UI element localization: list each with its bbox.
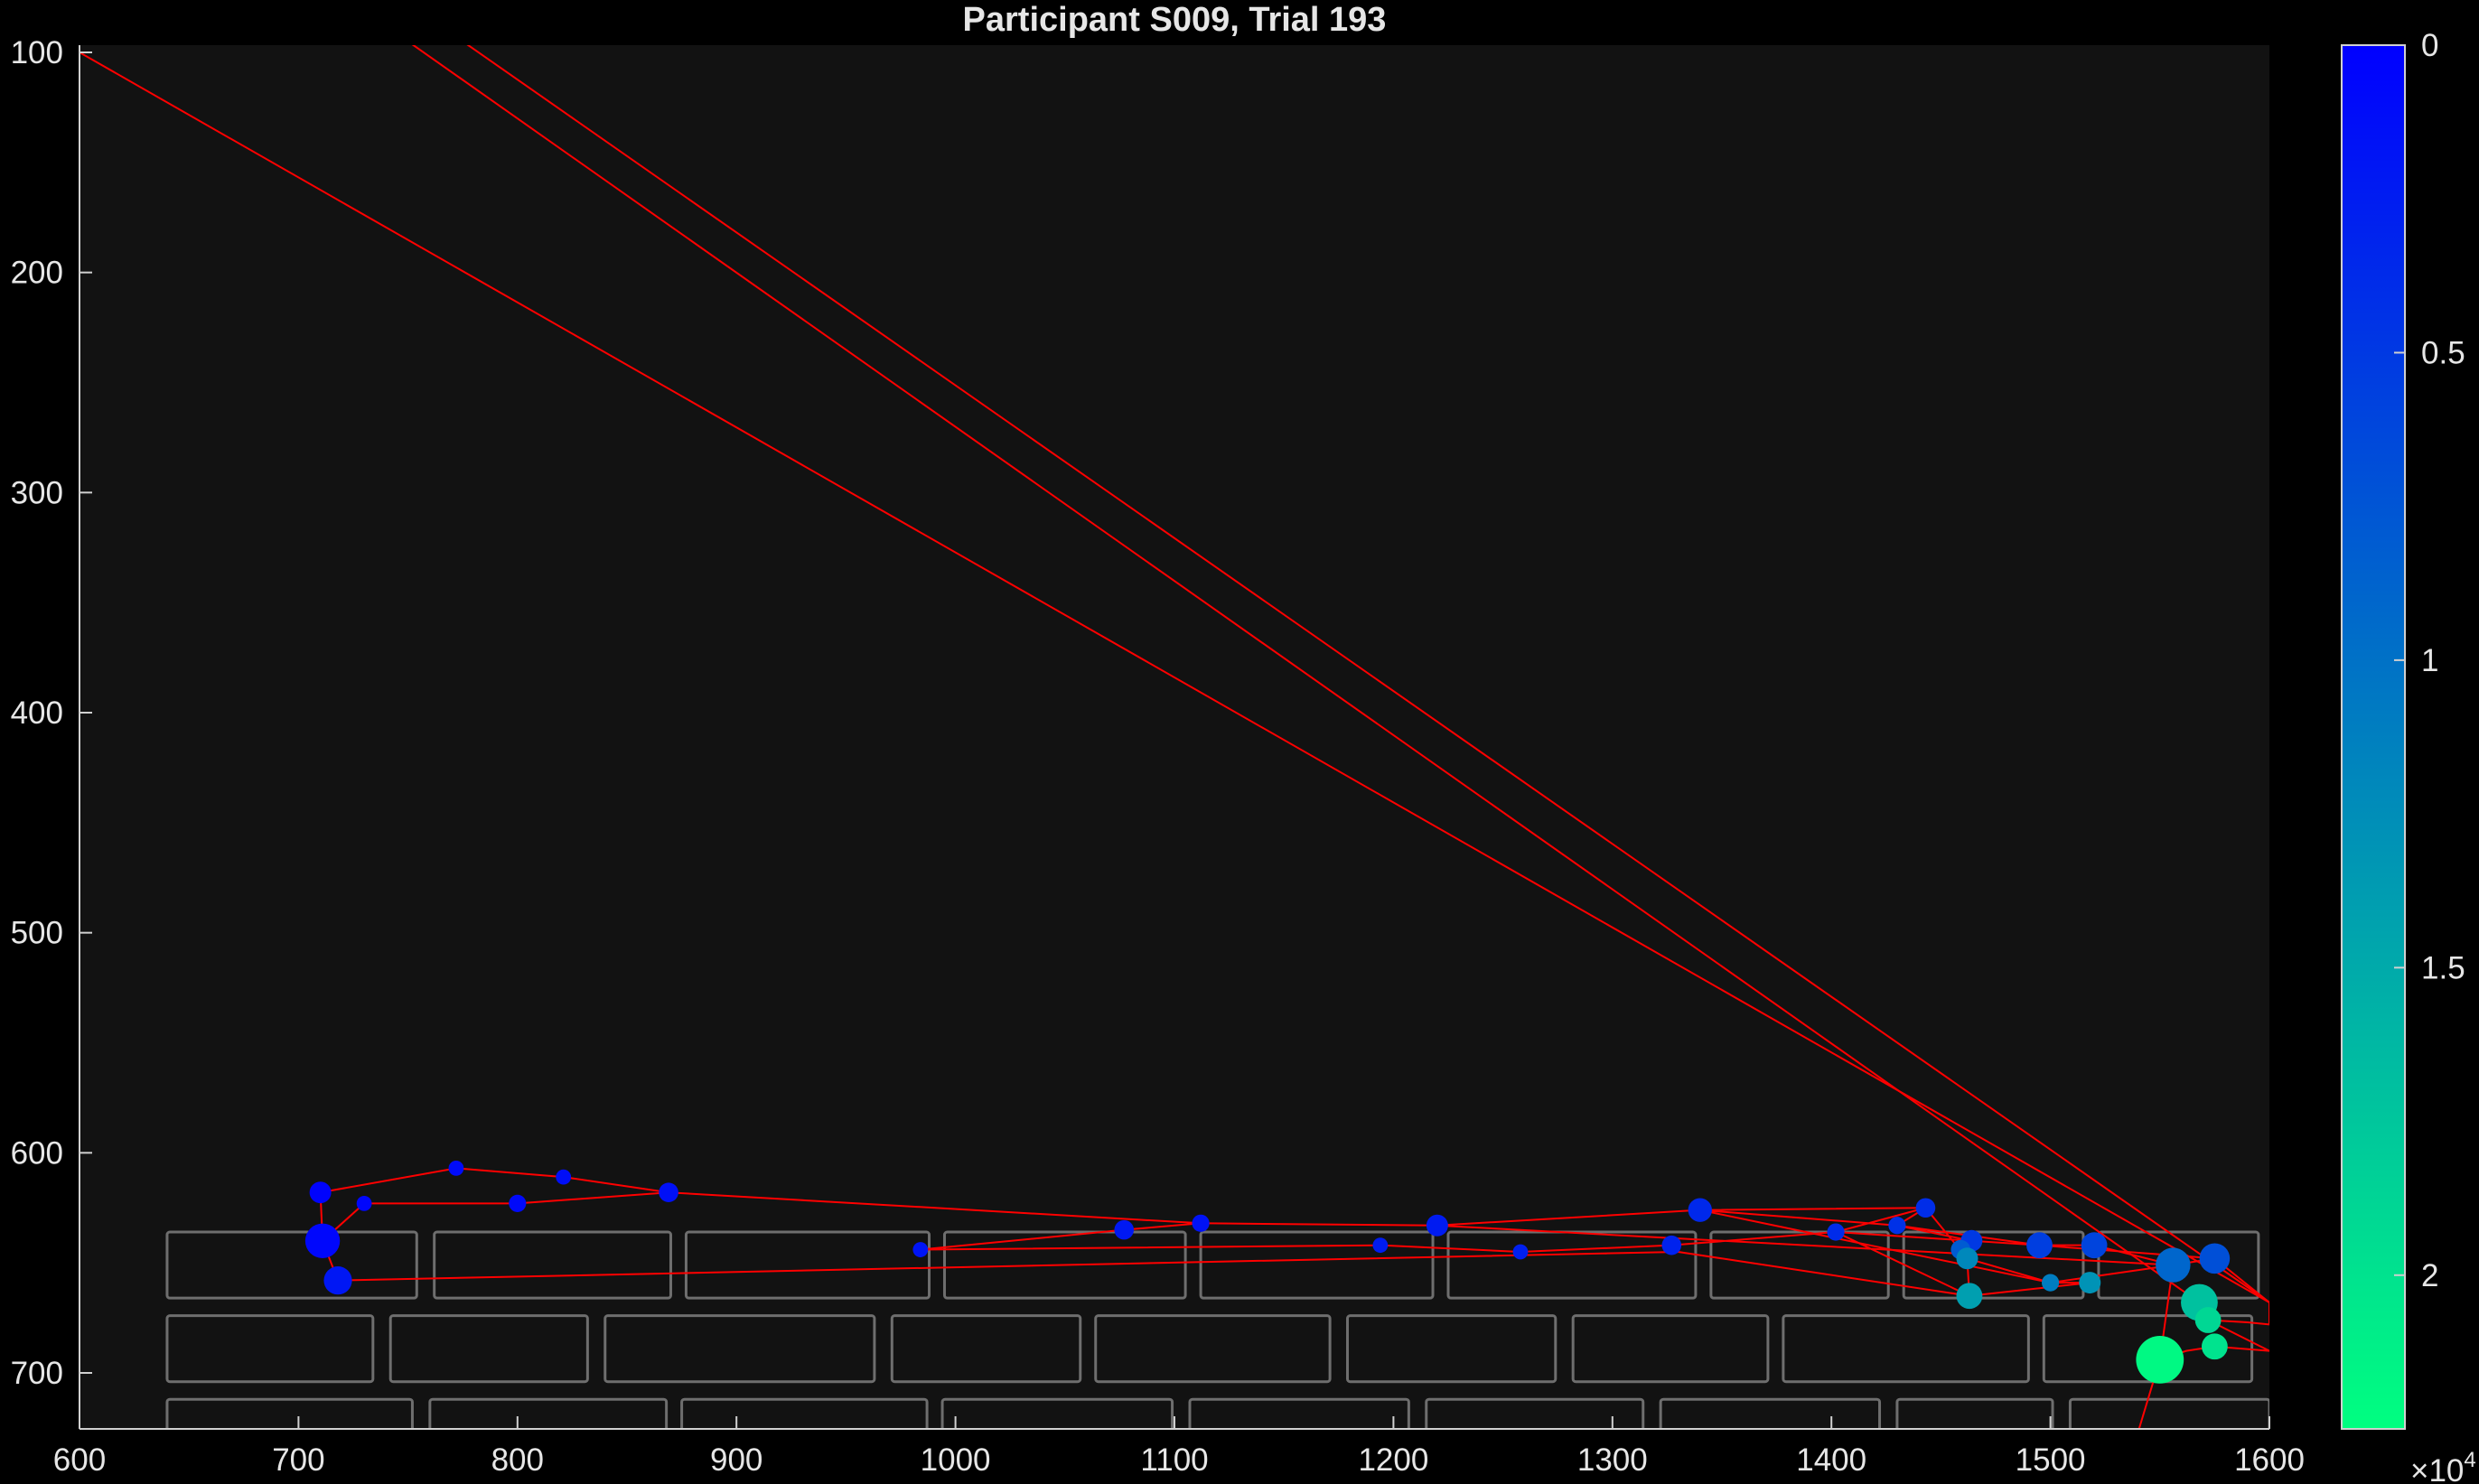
- fixation-point: [2194, 1307, 2222, 1333]
- colorbar-tick-label: 1.5: [2421, 950, 2465, 985]
- x-tick-label: 900: [710, 1442, 762, 1478]
- x-tick-label: 1300: [1577, 1442, 1648, 1478]
- x-tick-label: 600: [53, 1442, 106, 1478]
- fixation-point: [2042, 1274, 2060, 1292]
- fixation-point: [1956, 1247, 1979, 1270]
- fixation-point: [2136, 1335, 2184, 1384]
- colorbar-gradient: [2341, 44, 2406, 1430]
- fixation-point: [1688, 1198, 1712, 1222]
- x-tick-label: 800: [491, 1442, 544, 1478]
- colorbar-tick-label: 1: [2421, 643, 2438, 678]
- fixation-point: [1827, 1223, 1845, 1241]
- fixation-point: [912, 1242, 929, 1257]
- fixation-point: [1661, 1235, 1682, 1255]
- colorbar-exponent: 4: [2464, 1448, 2475, 1472]
- fixation-point: [304, 1223, 341, 1259]
- x-tick-label: 1500: [2016, 1442, 2086, 1478]
- fixation-point: [309, 1181, 332, 1204]
- fixation-point: [1915, 1198, 1936, 1218]
- fixation-point: [323, 1266, 352, 1295]
- x-tick-label: 1200: [1358, 1442, 1428, 1478]
- fixation-point: [1512, 1244, 1529, 1260]
- fixation-point: [2081, 1232, 2108, 1259]
- colorbar-tick-label: 0: [2421, 28, 2438, 63]
- x-tick-label: 1100: [1140, 1442, 1208, 1478]
- plot-area: [79, 45, 2269, 1430]
- x-tick-label: 1400: [1796, 1442, 1866, 1478]
- fixation-point: [556, 1169, 572, 1185]
- fixation-point: [2199, 1243, 2231, 1274]
- fixation-point: [2156, 1247, 2191, 1283]
- y-tick-label: 100: [11, 35, 63, 70]
- fixation-point: [1956, 1283, 1983, 1310]
- y-tick-label: 500: [11, 916, 63, 951]
- y-tick-label: 300: [11, 475, 63, 510]
- colorbar-tick-label: 0.5: [2421, 335, 2465, 370]
- colorbar-tick-label: 2: [2421, 1258, 2438, 1293]
- chart-title: Participant S009, Trial 193: [963, 1, 1387, 39]
- fixation-point: [2079, 1272, 2101, 1294]
- fixation-point: [1192, 1214, 1210, 1232]
- y-tick-label: 200: [11, 256, 63, 291]
- y-tick-label: 600: [11, 1135, 63, 1171]
- scatter-chart: Participant S009, Trial 193 600 700 800 900…: [0, 0, 2479, 1484]
- fixation-point: [509, 1194, 527, 1212]
- fixation-point: [1114, 1219, 1135, 1240]
- fixation-point: [2026, 1232, 2053, 1259]
- x-tick-label: 700: [272, 1442, 324, 1478]
- fixation-point: [1426, 1214, 1448, 1237]
- fixation-point: [1372, 1237, 1389, 1254]
- x-tick-label: 1600: [2234, 1442, 2305, 1478]
- fixation-point: [1888, 1217, 1906, 1235]
- fixation-point: [2202, 1333, 2228, 1360]
- fixation-point: [448, 1160, 464, 1176]
- y-tick-label: 700: [11, 1356, 63, 1391]
- fixation-point: [356, 1195, 372, 1211]
- y-tick-label: 400: [11, 695, 63, 731]
- fixation-point: [659, 1182, 678, 1202]
- x-tick-label: 1000: [921, 1442, 991, 1478]
